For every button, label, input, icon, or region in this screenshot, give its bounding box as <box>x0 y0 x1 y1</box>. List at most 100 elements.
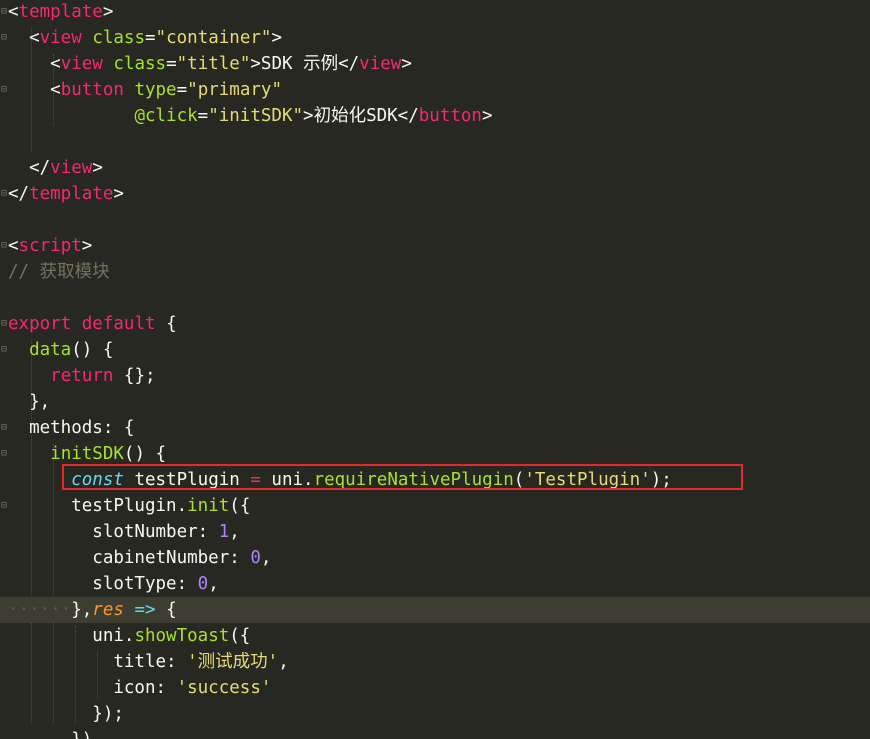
code-line[interactable]: ······},res => { <box>0 597 870 623</box>
code-token: button <box>418 106 482 126</box>
code-token: methods: { <box>8 418 135 438</box>
fold-toggle-icon[interactable]: ⊟ <box>0 181 8 207</box>
code-token: < <box>8 2 19 22</box>
code-line[interactable]: slotNumber: 1, <box>0 519 870 545</box>
code-token: { <box>155 314 177 334</box>
code-line[interactable] <box>0 285 870 311</box>
fold-toggle-icon[interactable]: ⊟ <box>0 25 8 51</box>
code-text: cabinetNumber: 0, <box>8 545 271 571</box>
code-token: type <box>134 80 177 100</box>
code-line[interactable]: ⊟ export default { <box>0 311 870 337</box>
fold-toggle-icon[interactable]: ⊟ <box>0 337 8 363</box>
code-token: , <box>229 522 240 542</box>
code-text: ······},res => { <box>8 597 177 623</box>
code-line[interactable]: return {}; <box>0 363 870 389</box>
code-line[interactable]: slotType: 0, <box>0 571 870 597</box>
code-text: <template> <box>8 0 113 25</box>
fold-toggle-icon[interactable]: ⊟ <box>0 77 8 103</box>
code-editor[interactable]: ⊟ <template> ⊟ <view class="container"> <v… <box>0 0 870 739</box>
code-line[interactable]: }) <box>0 727 870 739</box>
code-token: ({ <box>229 496 251 516</box>
code-line[interactable] <box>0 129 870 155</box>
code-line[interactable]: ⊟ </template> <box>0 181 870 207</box>
code-token: > <box>81 236 93 256</box>
code-line[interactable] <box>0 207 870 233</box>
code-text: slotNumber: 1, <box>8 519 240 545</box>
code-token: = <box>176 80 188 100</box>
code-token: cabinetNumber: <box>8 548 251 568</box>
code-token: showToast <box>134 626 230 646</box>
code-line[interactable]: </view> <box>0 155 870 181</box>
code-text: <view class="title">SDK 示例</view> <box>8 51 412 77</box>
code-token: template <box>29 184 114 204</box>
code-text: methods: { <box>8 415 134 441</box>
code-line[interactable]: // 获取模块 <box>0 259 870 285</box>
code-token: uni. <box>8 626 135 646</box>
code-token: < <box>8 80 61 100</box>
code-token: >SDK 示例</ <box>250 54 360 74</box>
code-line[interactable]: title: '测试成功', <box>0 649 870 675</box>
code-token: testPlugin. <box>8 496 188 516</box>
code-line[interactable]: ⊟ <button type="primary" <box>0 77 870 103</box>
code-token: , <box>278 652 289 672</box>
code-line[interactable]: ⊟ testPlugin.init({ <box>0 493 870 519</box>
code-token: > <box>113 184 124 204</box>
code-token: title: <box>8 652 188 672</box>
highlight-box <box>62 464 743 490</box>
code-text: data() { <box>8 337 113 363</box>
code-token: </ <box>8 158 51 178</box>
code-token: () { <box>123 444 167 464</box>
code-token: class <box>113 54 167 74</box>
code-token: res <box>92 600 124 620</box>
code-line[interactable]: <view class="title">SDK 示例</view> <box>0 51 870 77</box>
fold-toggle-icon[interactable]: ⊟ <box>0 311 8 337</box>
code-token: () { <box>71 340 114 360</box>
code-token: , <box>208 574 219 594</box>
code-token: template <box>18 2 103 22</box>
code-text: // 获取模块 <box>8 259 110 285</box>
code-token: {}; <box>113 366 156 386</box>
code-token: </ <box>8 184 30 204</box>
code-line[interactable]: cabinetNumber: 0, <box>0 545 870 571</box>
code-line[interactable]: icon: 'success' <box>0 675 870 701</box>
code-token: default <box>81 314 156 334</box>
code-line[interactable]: }); <box>0 701 870 727</box>
code-line[interactable]: ⊟ methods: { <box>0 415 870 441</box>
fold-toggle-icon[interactable]: ⊟ <box>0 415 8 441</box>
code-line[interactable]: ⊟ <template> <box>0 0 870 25</box>
code-line[interactable]: ⊟ <view class="container"> <box>0 25 870 51</box>
code-token: = <box>145 28 156 48</box>
code-line[interactable]: @click="initSDK">初始化SDK</button> <box>0 103 870 129</box>
code-token: return <box>50 366 114 386</box>
code-line[interactable]: ⊟ <script> <box>0 233 870 259</box>
code-text: uni.showToast({ <box>8 623 250 649</box>
code-text: </view> <box>8 155 103 181</box>
code-token: slotNumber: <box>8 522 219 542</box>
fold-toggle-icon[interactable]: ⊟ <box>0 233 8 259</box>
code-token: >初始化SDK</ <box>303 106 419 126</box>
code-token: { <box>155 600 177 620</box>
code-token: , <box>260 548 272 568</box>
code-line[interactable]: ⊟ data() { <box>0 337 870 363</box>
code-text: icon: 'success' <box>8 675 271 701</box>
fold-toggle-icon[interactable]: ⊟ <box>0 441 8 467</box>
fold-toggle-icon[interactable]: ⊟ <box>0 0 8 25</box>
code-token: init <box>187 496 230 516</box>
code-token: class <box>92 28 145 48</box>
code-token: export <box>8 314 72 334</box>
code-token: button <box>60 80 124 100</box>
code-token: view <box>359 54 402 74</box>
code-line[interactable]: }, <box>0 389 870 415</box>
code-token: }, <box>71 600 93 620</box>
code-text: export default { <box>8 311 177 337</box>
fold-toggle-icon[interactable]: ⊟ <box>0 493 8 519</box>
code-token: view <box>39 28 82 48</box>
code-token: view <box>50 158 93 178</box>
code-line[interactable]: uni.showToast({ <box>0 623 870 649</box>
